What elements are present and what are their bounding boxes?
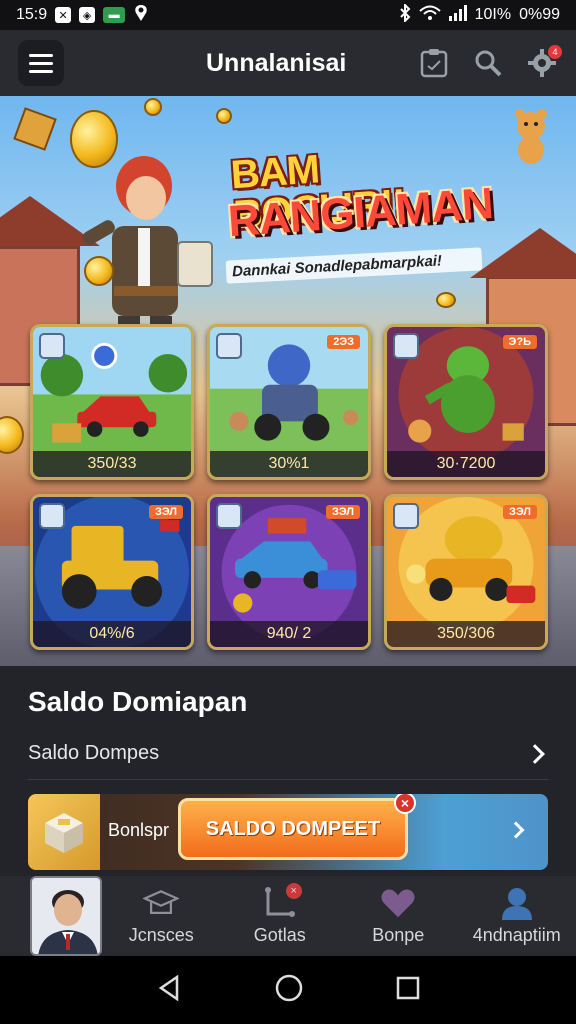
saldo-dompet-button[interactable]: SALDO DOMPEET [178, 798, 408, 860]
user-avatar-icon [32, 878, 100, 954]
status-time: 15:9 [16, 6, 48, 23]
chevron-right-icon [525, 743, 545, 764]
nav-item-bonus[interactable]: Bonpe [339, 876, 458, 956]
banner-subline: Dannkai Sonadlepabmarpkai! [225, 247, 483, 284]
avatar[interactable] [30, 876, 102, 956]
menu-icon-line [29, 69, 53, 73]
profile-icon [499, 887, 535, 920]
roof-decoration [470, 228, 576, 278]
game-price: 04%/6 [33, 621, 191, 647]
creator-avatar [216, 503, 242, 529]
game-tag: ЗЭЛ [148, 505, 183, 519]
menu-icon-line [29, 53, 53, 57]
close-icon[interactable]: × [394, 794, 416, 814]
creator-avatar [393, 503, 419, 529]
bluetooth-icon [399, 2, 411, 27]
creator-avatar [216, 333, 242, 359]
heart-icon [380, 887, 416, 919]
creator-avatar [393, 333, 419, 359]
app-bar: Unnalanisai 4 [0, 30, 576, 96]
game-price: 30·7200 [387, 451, 545, 477]
game-tag: 2ЭЗ [327, 335, 360, 349]
nav-item-label: 4ndnaptiim [472, 924, 561, 945]
system-nav-bar [0, 956, 576, 1024]
wallet-section: Saldo Domiapan Saldo Dompes Bonlspr SALD… [0, 666, 576, 876]
game-card[interactable]: ЗЭЛ 350/306 [384, 494, 548, 650]
menu-icon-line [29, 61, 53, 65]
game-tag: Э?Ь [502, 335, 537, 349]
chat-icon: ▬ [103, 7, 126, 23]
clipboard-icon[interactable] [418, 47, 450, 79]
game-card[interactable]: ЗЭЛ 04%/6 [30, 494, 194, 650]
notification-icon: ✕ [55, 7, 72, 23]
shield-icon: ◈ [79, 7, 96, 23]
close-icon: × [285, 882, 302, 899]
home-icon[interactable] [274, 973, 304, 1008]
game-card[interactable]: 2ЭЗ 30%1 [207, 324, 371, 480]
row-label: Saldo Dompes [28, 742, 160, 764]
game-price: 940/ 2 [210, 621, 368, 647]
recents-icon[interactable] [395, 975, 421, 1006]
coin-icon [144, 98, 162, 116]
graduation-icon [143, 887, 180, 919]
gear-icon[interactable]: 4 [526, 45, 562, 79]
promo-banner[interactable]: BAM BOCLIR!! RANGIAMAN Dannkai Sonadlepa… [0, 96, 576, 666]
chevron-right-icon [507, 821, 525, 839]
menu-button[interactable] [18, 40, 64, 86]
game-price: 30%1 [210, 451, 368, 477]
game-tag: ЗЭЛ [502, 505, 537, 519]
status-extra: 0%99 [519, 6, 560, 23]
battery-text: 10I% [474, 6, 512, 23]
coin-icon [0, 416, 24, 454]
nav-item-courses[interactable]: Jcnsces [102, 876, 221, 956]
game-tag: ЗЭЛ [325, 505, 360, 519]
promo-card[interactable]: Bonlspr SALDO DOMPEET × [28, 794, 548, 870]
nav-item-goals[interactable]: × Gotlas [221, 876, 340, 956]
game-card[interactable]: Э?Ь 30·7200 [384, 324, 548, 480]
app-title: Unnalanisai [206, 48, 347, 77]
wifi-icon [418, 5, 441, 26]
back-icon[interactable] [155, 974, 183, 1007]
bottom-nav: Jcnsces × Gotlas Bonpe 4ndnaptiim [0, 876, 576, 956]
creator-avatar [39, 503, 65, 529]
section-title: Saldo Domiapan [28, 686, 248, 717]
box-icon [28, 794, 100, 870]
game-card[interactable]: 350/33 [30, 324, 194, 480]
game-price: 350/306 [387, 621, 545, 647]
game-card[interactable]: ЗЭЛ 940/ 2 [207, 494, 371, 650]
gold-box-icon [13, 107, 57, 151]
creator-avatar [39, 333, 65, 359]
wallet-balance-row[interactable]: Saldo Dompes [28, 728, 548, 780]
notification-badge: 4 [548, 45, 562, 59]
promo-label: Bonlspr [108, 820, 170, 840]
coin-icon [436, 292, 456, 308]
nav-item-profile[interactable]: 4ndnaptiim [458, 876, 576, 956]
coin-icon [84, 256, 114, 286]
nav-item-label: Gotlas [253, 924, 306, 945]
route-icon: × [262, 882, 302, 919]
nav-item-label: Jcnsces [128, 924, 194, 945]
location-icon [133, 4, 149, 27]
coin-icon [216, 108, 232, 124]
search-icon[interactable] [472, 47, 504, 79]
bear-mascot-icon [515, 109, 547, 164]
nav-item-label: Bonpe [372, 924, 425, 945]
status-bar: 15:9 ✕ ◈ ▬ 10I% 0%99 [0, 0, 576, 30]
game-price: 350/33 [33, 451, 191, 477]
game-grid: 350/33 2ЭЗ 30%1 Э?Ь 30·7200 ЗЭЛ 04%/6 ЗЭ… [30, 324, 548, 650]
coin-icon [70, 110, 118, 168]
signal-icon [448, 4, 467, 26]
